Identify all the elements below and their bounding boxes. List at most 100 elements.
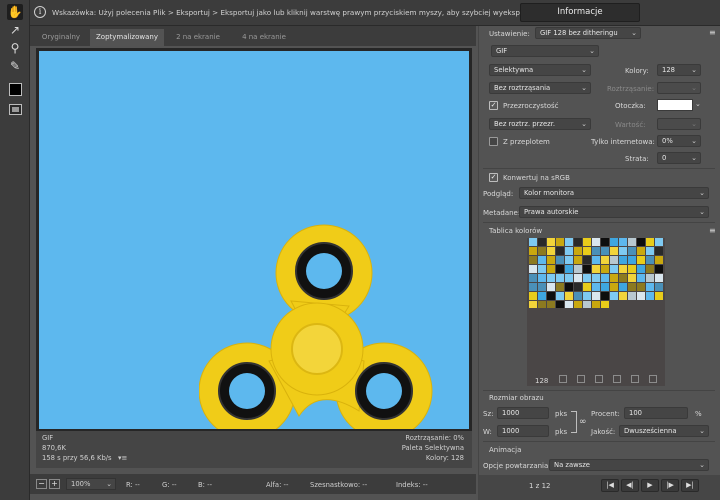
color-swatch[interactable]: [556, 283, 564, 291]
info-button[interactable]: Informacje: [520, 3, 640, 22]
color-swatch[interactable]: [619, 247, 627, 255]
color-swatch[interactable]: [583, 238, 591, 246]
color-swatch[interactable]: [655, 265, 663, 273]
color-swatch[interactable]: [565, 274, 573, 282]
color-swatch[interactable]: [583, 247, 591, 255]
hand-icon[interactable]: ✋: [7, 4, 23, 20]
color-swatch[interactable]: [619, 274, 627, 282]
color-swatch[interactable]: [646, 292, 654, 300]
color-swatch[interactable]: [565, 256, 573, 264]
color-swatch[interactable]: [538, 292, 546, 300]
color-swatch[interactable]: [601, 292, 609, 300]
lock-color-icon[interactable]: [595, 375, 603, 383]
quality-select[interactable]: Dwusześcienna ⌄: [619, 425, 709, 437]
color-swatch[interactable]: [601, 238, 609, 246]
color-swatch[interactable]: [592, 238, 600, 246]
optimize-menu-icon[interactable]: ≡: [709, 28, 716, 37]
color-swatch[interactable]: [547, 301, 555, 308]
color-swatch[interactable]: [529, 301, 537, 308]
color-swatch[interactable]: [592, 292, 600, 300]
color-swatch[interactable]: [574, 238, 582, 246]
color-swatch[interactable]: [529, 265, 537, 273]
convert-srgb-checkbox[interactable]: ✓: [489, 173, 498, 182]
color-swatch[interactable]: [601, 283, 609, 291]
color-swatch-icon[interactable]: [9, 83, 22, 96]
color-swatch[interactable]: [628, 247, 636, 255]
tab-4-up[interactable]: 4 na ekranie: [232, 29, 296, 46]
color-swatch[interactable]: [538, 256, 546, 264]
color-swatch[interactable]: [655, 247, 663, 255]
eyedropper-add-icon[interactable]: [613, 375, 621, 383]
color-swatch[interactable]: [565, 301, 573, 308]
color-swatch[interactable]: [574, 256, 582, 264]
chevron-down-icon[interactable]: ⌄: [695, 100, 701, 108]
lossy-select[interactable]: 0 ⌄: [657, 152, 701, 164]
color-swatch[interactable]: [592, 256, 600, 264]
map-color-icon[interactable]: [559, 375, 567, 383]
color-swatch[interactable]: [655, 256, 663, 264]
color-swatch[interactable]: [583, 283, 591, 291]
color-swatch[interactable]: [556, 238, 564, 246]
color-swatch[interactable]: [646, 238, 654, 246]
color-swatch[interactable]: [619, 292, 627, 300]
color-table-menu-icon[interactable]: ≡: [709, 226, 716, 235]
tab-2-up[interactable]: 2 na ekranie: [166, 29, 230, 46]
slice-select-icon[interactable]: ↗: [7, 22, 23, 38]
color-swatch[interactable]: [547, 256, 555, 264]
color-swatch[interactable]: [556, 265, 564, 273]
color-swatch[interactable]: [637, 274, 645, 282]
color-swatch[interactable]: [646, 256, 654, 264]
color-swatch[interactable]: [538, 247, 546, 255]
color-swatch[interactable]: [592, 247, 600, 255]
tab-original[interactable]: Oryginalny: [34, 29, 88, 46]
color-swatch[interactable]: [592, 283, 600, 291]
last-frame-icon[interactable]: ▶|: [681, 479, 699, 492]
color-swatch[interactable]: [547, 283, 555, 291]
color-swatch[interactable]: [628, 274, 636, 282]
color-swatch[interactable]: [628, 265, 636, 273]
color-reduction-select[interactable]: Selektywna ⌄: [489, 64, 591, 76]
color-swatch[interactable]: [574, 283, 582, 291]
play-icon[interactable]: ▶: [641, 479, 659, 492]
color-swatch[interactable]: [574, 265, 582, 273]
preset-select[interactable]: GIF 128 bez ditheringu ⌄: [535, 27, 641, 39]
color-swatch[interactable]: [601, 274, 609, 282]
color-swatch[interactable]: [583, 274, 591, 282]
color-swatch[interactable]: [601, 265, 609, 273]
percent-input[interactable]: 100: [624, 407, 688, 419]
color-swatch[interactable]: [592, 274, 600, 282]
color-swatch[interactable]: [628, 238, 636, 246]
first-frame-icon[interactable]: |◀: [601, 479, 619, 492]
color-swatch[interactable]: [637, 265, 645, 273]
color-table-swatches[interactable]: [529, 238, 665, 308]
color-swatch[interactable]: [547, 292, 555, 300]
color-swatch[interactable]: [655, 274, 663, 282]
color-swatch[interactable]: [565, 247, 573, 255]
eyedropper-icon[interactable]: ✎: [7, 58, 23, 74]
color-swatch[interactable]: [592, 265, 600, 273]
download-speed-menu-icon[interactable]: ▾≡: [118, 454, 127, 462]
color-swatch[interactable]: [610, 283, 618, 291]
web-shift-icon[interactable]: [577, 375, 585, 383]
color-swatch[interactable]: [556, 247, 564, 255]
color-swatch[interactable]: [646, 274, 654, 282]
color-swatch[interactable]: [601, 247, 609, 255]
colors-select[interactable]: 128 ⌄: [657, 64, 701, 76]
color-swatch[interactable]: [583, 292, 591, 300]
color-swatch[interactable]: [565, 283, 573, 291]
color-swatch[interactable]: [619, 256, 627, 264]
dither-select[interactable]: Bez roztrząsania ⌄: [489, 82, 591, 94]
color-swatch[interactable]: [619, 265, 627, 273]
color-swatch[interactable]: [538, 274, 546, 282]
color-swatch[interactable]: [601, 256, 609, 264]
color-swatch[interactable]: [529, 256, 537, 264]
new-color-icon[interactable]: [631, 375, 639, 383]
zoom-in-button[interactable]: +: [49, 479, 60, 489]
color-swatch[interactable]: [637, 256, 645, 264]
color-swatch[interactable]: [610, 292, 618, 300]
color-swatch[interactable]: [637, 283, 645, 291]
loop-options-select[interactable]: Na zawsze ⌄: [549, 459, 709, 471]
color-swatch[interactable]: [610, 256, 618, 264]
color-swatch[interactable]: [574, 301, 582, 308]
color-swatch[interactable]: [646, 265, 654, 273]
